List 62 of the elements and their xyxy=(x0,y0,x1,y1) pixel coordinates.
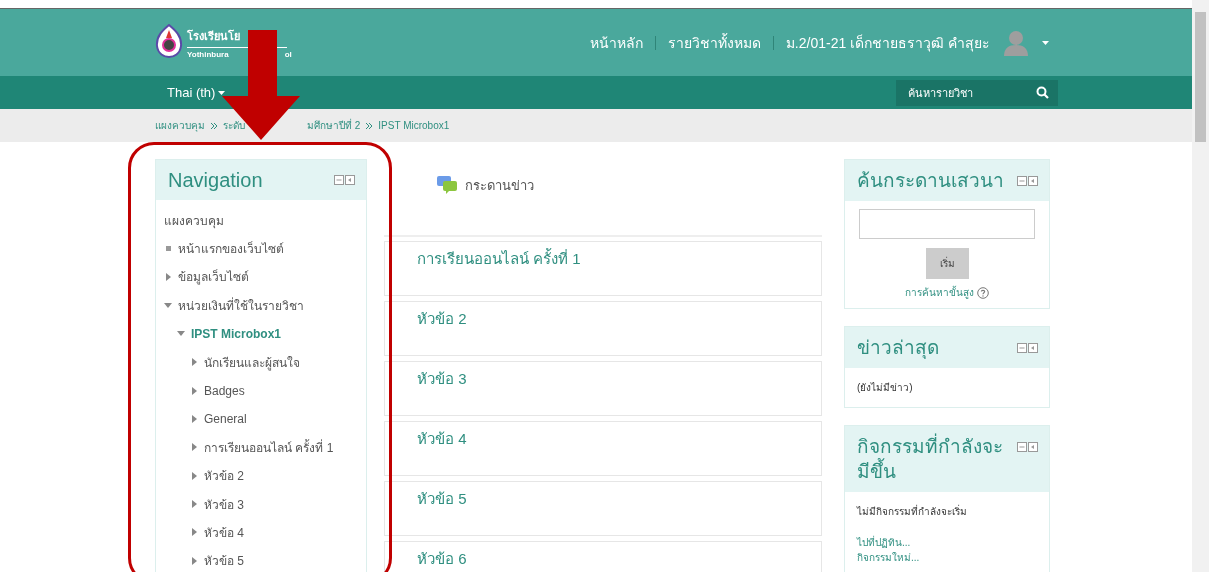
help-icon[interactable] xyxy=(977,286,989,299)
section-title: หัวข้อ 3 xyxy=(417,370,467,387)
event-link[interactable]: ไปที่ปฏิทิน... xyxy=(857,535,1037,550)
block-title: ค้นกระดานเสวนา xyxy=(857,169,1005,193)
collapsed-arrow-icon[interactable] xyxy=(190,414,198,423)
block-controls-icon[interactable] xyxy=(1017,176,1039,187)
block-controls-icon[interactable] xyxy=(1017,343,1039,354)
navigation-item[interactable]: นักเรียนและผู้สนใจ xyxy=(204,352,300,372)
navigation-item[interactable]: หัวข้อ 3 xyxy=(204,494,244,514)
breadcrumb-link[interactable]: IPST Microbox1 xyxy=(378,120,450,131)
no-events-text: ไม่มีกิจกรรมที่กำลังจะเริ่ม xyxy=(857,504,968,519)
scrollbar-thumb[interactable] xyxy=(1195,12,1206,142)
collapsed-arrow-icon[interactable] xyxy=(190,528,198,537)
breadcrumb-link[interactable]: ระดับ xyxy=(223,118,245,133)
expanded-arrow-icon[interactable] xyxy=(177,331,185,337)
block-title: ข่าวล่าสุด xyxy=(857,336,940,360)
section-title: หัวข้อ 2 xyxy=(417,310,467,327)
school-name-english: Yothinbura xyxy=(187,49,229,59)
navigation-item[interactable]: การเรียนออนไลน์ ครั้งที่ 1 xyxy=(204,437,334,457)
block-controls-icon[interactable] xyxy=(334,174,356,186)
forum-search-field[interactable] xyxy=(859,209,1035,239)
navigation-item[interactable]: หัวข้อ 4 xyxy=(204,523,244,542)
school-name-english: ol xyxy=(284,49,292,59)
navigation-item[interactable]: แผงควบคุม xyxy=(164,210,224,230)
separator-icon xyxy=(211,122,217,129)
expanded-arrow-icon[interactable] xyxy=(164,302,172,308)
navigation-item[interactable]: หน่วยเงินที่ใช้ในรายวิชา xyxy=(178,295,304,315)
breadcrumb-link[interactable]: มศึกษาปีที่ 2 xyxy=(307,118,361,133)
empty-news-text: (ยังไม่มีข่าว) xyxy=(857,381,914,395)
section-title: หัวข้อ 4 xyxy=(417,430,467,447)
go-button[interactable]: เริ่ม xyxy=(925,248,969,279)
course-search-field[interactable]: ค้นหารายวิชา xyxy=(896,79,1058,106)
bullet-icon xyxy=(164,246,172,252)
caret-icon[interactable] xyxy=(218,90,226,95)
navigation-item[interactable]: Badges xyxy=(204,383,245,398)
block-title: กิจกรรมที่กำลังจะมีขึ้น xyxy=(857,434,1007,484)
collapsed-arrow-icon[interactable] xyxy=(190,556,198,565)
breadcrumb-link[interactable]: แผงควบคุม xyxy=(155,118,205,133)
caret-icon[interactable] xyxy=(1042,40,1049,45)
forum-link[interactable]: กระดานข่าว xyxy=(465,174,534,196)
navigation-item[interactable]: หัวข้อ 2 xyxy=(204,466,244,486)
collapsed-arrow-icon[interactable] xyxy=(190,358,198,367)
chat-bubbles-icon[interactable] xyxy=(437,176,457,194)
section-title: การเรียนออนไลน์ ครั้งที่ 1 xyxy=(417,250,581,267)
collapsed-arrow-icon[interactable] xyxy=(190,471,198,480)
collapsed-arrow-icon[interactable] xyxy=(164,272,172,281)
collapsed-arrow-icon[interactable] xyxy=(190,500,198,509)
language-menu[interactable]: Thai (th) xyxy=(167,85,226,100)
collapsed-arrow-icon[interactable] xyxy=(190,386,198,395)
collapsed-arrow-icon[interactable] xyxy=(190,443,198,452)
section-title: หัวข้อ 6 xyxy=(417,550,467,567)
section-title: หัวข้อ 5 xyxy=(417,490,467,507)
block-title: Navigation xyxy=(168,168,263,192)
navigation-item[interactable]: หัวข้อ 5 xyxy=(204,551,244,571)
advanced-search-link[interactable]: การค้นหาขั้นสูง xyxy=(905,285,974,300)
navigation-item[interactable]: หน้าแรกของเว็บไซต์ xyxy=(178,239,284,259)
event-link[interactable]: กิจกรรมใหม่... xyxy=(857,550,1037,565)
navigation-item[interactable]: IPST Microbox1 xyxy=(191,326,282,341)
separator-icon xyxy=(366,122,373,129)
navigation-item[interactable]: ข้อมูลเว็บไซต์ xyxy=(178,267,249,287)
block-controls-icon[interactable] xyxy=(1017,442,1039,453)
navigation-item[interactable]: General xyxy=(204,411,247,426)
